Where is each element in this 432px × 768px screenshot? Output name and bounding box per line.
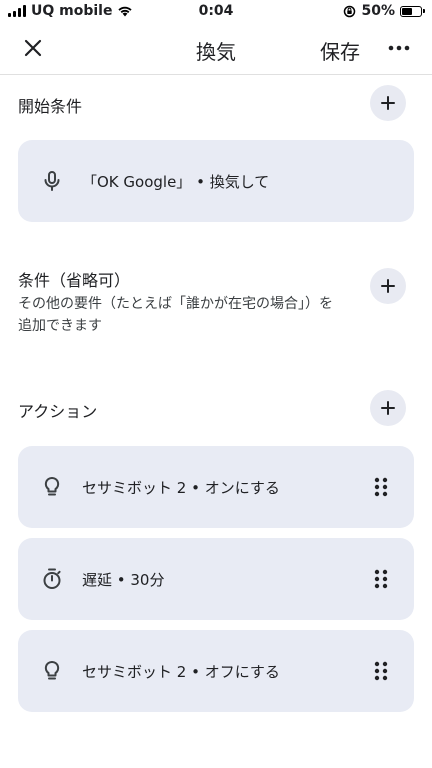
conditions-description-line2: 追加できます: [18, 318, 102, 334]
action-card[interactable]: セサミボット 2 • オンにする: [18, 446, 414, 528]
starter-text: 「OK Google」 • 換気して: [82, 173, 270, 191]
drag-handle-icon[interactable]: [374, 661, 388, 681]
battery-icon: [400, 5, 425, 17]
action-card[interactable]: セサミボット 2 • オフにする: [18, 630, 414, 712]
more-horizontal-icon[interactable]: [388, 44, 410, 52]
status-bar: UQ mobile 0:04 50%: [0, 0, 432, 24]
lightbulb-icon: [44, 476, 60, 496]
app-bar: 換気 保存: [0, 24, 432, 74]
add-starter-button[interactable]: [370, 85, 406, 121]
plus-icon: [381, 96, 395, 110]
timer-icon: [43, 568, 61, 589]
action-card[interactable]: 遅延 • 30分: [18, 538, 414, 620]
page-title: 換気: [196, 40, 236, 64]
conditions-description-line1: その他の要件（たとえば「誰かが在宅の場合」）を: [18, 296, 333, 312]
starter-card[interactable]: 「OK Google」 • 換気して: [18, 140, 414, 222]
action-text: セサミボット 2 • オンにする: [82, 479, 280, 497]
actions-title: アクション: [18, 402, 98, 421]
add-condition-button[interactable]: [370, 268, 406, 304]
automation-editor: 開始条件 「OK Google」 • 換気して 条件（省略可） その他の要件（た…: [0, 75, 432, 768]
battery-fill: [402, 7, 412, 15]
save-button[interactable]: 保存: [320, 36, 360, 65]
drag-handle-icon[interactable]: [374, 477, 388, 497]
battery-percent: 50%: [361, 3, 395, 19]
lightbulb-icon: [44, 660, 60, 680]
status-right: 50%: [343, 3, 425, 19]
action-text: セサミボット 2 • オフにする: [82, 663, 280, 681]
orientation-lock-icon: [344, 5, 356, 17]
starters-title: 開始条件: [18, 97, 83, 116]
plus-icon: [381, 401, 395, 415]
mic-icon: [44, 171, 60, 191]
drag-handle-icon[interactable]: [374, 569, 388, 589]
action-text: 遅延 • 30分: [82, 571, 165, 589]
conditions-title: 条件（省略可）: [18, 271, 131, 290]
plus-icon: [381, 279, 395, 293]
add-action-button[interactable]: [370, 390, 406, 426]
